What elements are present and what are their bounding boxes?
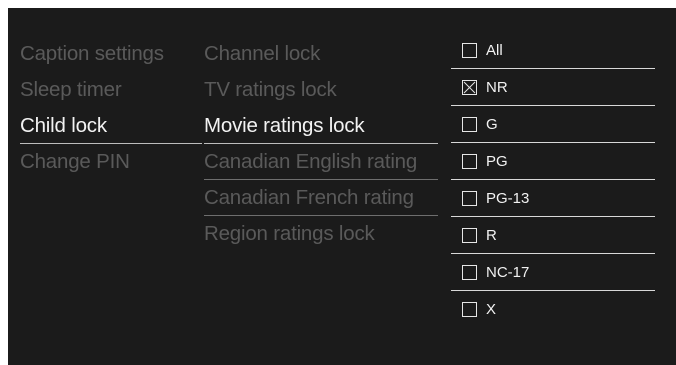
rating-label: PG: [486, 152, 508, 170]
rating-label: PG-13: [486, 189, 530, 207]
rating-row-all[interactable]: All: [451, 32, 655, 69]
menu-item-change-pin[interactable]: Change PIN: [20, 144, 202, 180]
rating-label: R: [486, 226, 497, 244]
rating-label: All: [486, 41, 503, 59]
checkbox-empty-icon[interactable]: [462, 264, 477, 280]
menu-item-child-lock[interactable]: Child lock: [20, 108, 202, 144]
submenu-item-canadian-english-rating[interactable]: Canadian English rating: [204, 144, 438, 180]
submenu-item-canadian-french-rating[interactable]: Canadian French rating: [204, 180, 438, 216]
rating-row-pg-13[interactable]: PG-13: [451, 180, 655, 217]
rating-label: NR: [486, 78, 508, 96]
rating-row-nc-17[interactable]: NC-17: [451, 254, 655, 291]
child-lock-submenu: Channel lock TV ratings lock Movie ratin…: [204, 36, 438, 252]
checkbox-empty-icon[interactable]: [462, 42, 477, 58]
main-menu: Caption settings Sleep timer Child lock …: [20, 36, 202, 180]
rating-label: G: [486, 115, 498, 133]
x-mark-icon: [463, 81, 476, 93]
rating-label: X: [486, 301, 497, 318]
rating-row-pg[interactable]: PG: [451, 143, 655, 180]
checkbox-empty-icon[interactable]: [462, 227, 477, 243]
movie-ratings-list: All NR G PG PG-13 R NC-17 X: [451, 32, 655, 328]
submenu-item-movie-ratings-lock[interactable]: Movie ratings lock: [204, 108, 438, 144]
rating-row-g[interactable]: G: [451, 106, 655, 143]
checkbox-empty-icon[interactable]: [462, 190, 477, 206]
submenu-item-channel-lock[interactable]: Channel lock: [204, 36, 438, 72]
rating-label: NC-17: [486, 263, 530, 281]
checkbox-empty-icon[interactable]: [462, 116, 477, 132]
settings-panel: Caption settings Sleep timer Child lock …: [8, 8, 676, 365]
checkbox-checked-icon[interactable]: [462, 79, 477, 95]
rating-row-nr[interactable]: NR: [451, 69, 655, 106]
menu-item-caption-settings[interactable]: Caption settings: [20, 36, 202, 72]
checkbox-empty-icon[interactable]: [462, 153, 477, 169]
tv-screen: Caption settings Sleep timer Child lock …: [0, 0, 676, 365]
submenu-item-region-ratings-lock[interactable]: Region ratings lock: [204, 216, 438, 252]
rating-row-x[interactable]: X: [451, 291, 655, 328]
submenu-item-tv-ratings-lock[interactable]: TV ratings lock: [204, 72, 438, 108]
menu-item-sleep-timer[interactable]: Sleep timer: [20, 72, 202, 108]
checkbox-empty-icon[interactable]: [462, 302, 477, 317]
rating-row-r[interactable]: R: [451, 217, 655, 254]
